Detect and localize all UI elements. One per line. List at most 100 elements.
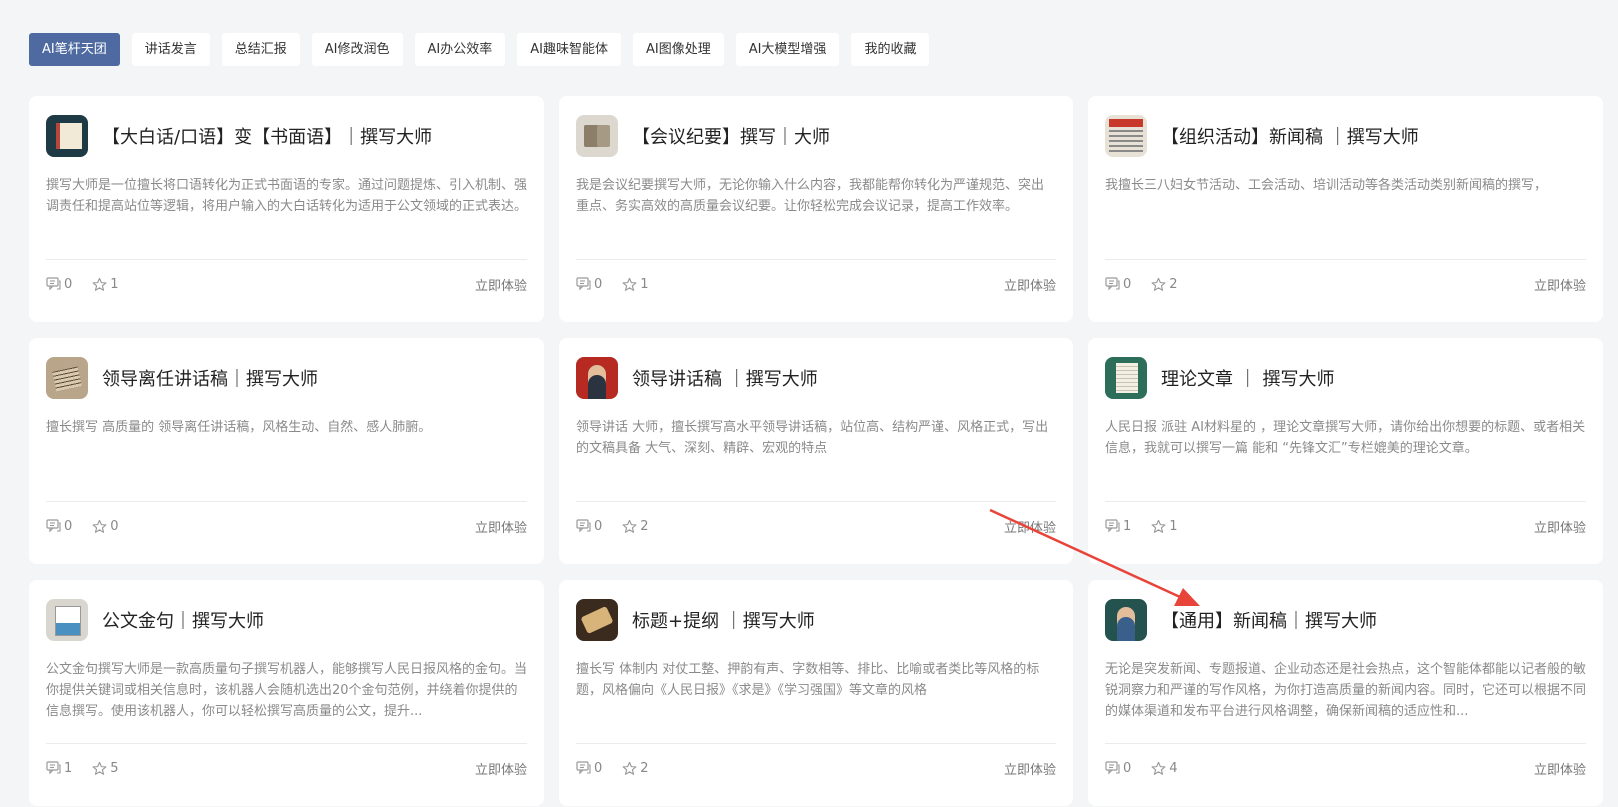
card-divider [576,743,1056,744]
comment-count-value: 0 [1123,276,1132,292]
star-count[interactable]: 2 [622,761,649,776]
tab-my-favorites[interactable]: 我的收藏 [851,33,930,66]
star-icon [622,277,637,291]
try-now-link[interactable]: 立即体验 [1004,275,1056,294]
comment-count-value: 0 [64,276,73,292]
tab-ai-fun-agents[interactable]: AI趣味智能体 [517,33,621,66]
star-icon [1151,761,1166,775]
card-description: 我是会议纪要撰写大师，无论你输入什么内容，我都能帮你转化为严谨规范、突出重点、务… [576,178,1045,214]
notebook-icon [46,115,88,157]
comment-count[interactable]: 0 [576,761,602,776]
card-title[interactable]: 理论文章 ｜ 撰写大师 [1161,365,1334,391]
card-description: 擅长撰写 高质量的 领导离任讲话稿，风格生动、自然、感人肺腑。 [46,420,432,435]
comment-count[interactable]: 0 [576,519,602,534]
tab-ai-office[interactable]: AI办公效率 [414,33,506,66]
comment-count[interactable]: 0 [1105,277,1131,292]
star-count-value: 5 [110,760,119,776]
card-title[interactable]: 【组织活动】新闻稿 ｜撰写大师 [1161,123,1419,149]
card-title[interactable]: 公文金句｜撰写大师 [102,607,264,633]
star-count[interactable]: 0 [92,518,119,534]
try-now-link[interactable]: 立即体验 [1534,275,1586,294]
card-title[interactable]: 领导讲话稿 ｜撰写大师 [632,365,818,391]
comment-count[interactable]: 0 [1105,761,1131,776]
card-description: 擅长写 体制内 对仗工整、押韵有声、字数相等、排比、比喻或者类比等风格的标题，风… [576,662,1040,698]
open-book-icon [576,115,618,157]
comment-icon [576,519,591,533]
agent-card[interactable]: 【组织活动】新闻稿 ｜撰写大师 我擅长三八妇女节活动、工会活动、培训活动等各类活… [1088,96,1603,322]
tab-summary-report[interactable]: 总结汇报 [221,33,300,66]
tab-ai-model-boost[interactable]: AI大模型增强 [735,33,840,66]
agent-card[interactable]: 标题+提纲 ｜撰写大师 擅长写 体制内 对仗工整、押韵有声、字数相等、排比、比喻… [559,580,1073,806]
comment-icon [46,277,61,291]
comment-count-value: 0 [64,518,73,534]
star-count[interactable]: 2 [1151,277,1178,292]
card-title[interactable]: 【通用】新闻稿｜撰写大师 [1161,607,1377,633]
card-title[interactable]: 领导离任讲话稿｜撰写大师 [102,365,318,391]
card-divider [46,259,527,260]
try-now-link[interactable]: 立即体验 [475,759,527,778]
card-description: 我擅长三八妇女节活动、工会活动、培训活动等各类活动类别新闻稿的撰写， [1105,178,1548,193]
star-count-value: 4 [1169,760,1178,776]
paper-document-icon [1105,357,1147,399]
comment-count[interactable]: 1 [1105,519,1131,534]
card-title[interactable]: 【大白话/口语】变【书面语】｜撰写大师 [102,123,432,149]
comment-count-value: 1 [64,760,73,776]
agent-card[interactable]: 公文金句｜撰写大师 公文金句撰写大师是一款高质量句子撰写机器人，能够撰写人民日报… [29,580,544,806]
comment-icon [1105,519,1120,533]
star-icon [92,761,107,775]
card-divider [576,501,1056,502]
writing-pen-icon [46,357,88,399]
star-count-value: 1 [110,276,119,292]
tab-ai-polish[interactable]: AI修改润色 [311,33,403,66]
try-now-link[interactable]: 立即体验 [1004,517,1056,536]
try-now-link[interactable]: 立即体验 [475,517,527,536]
document-icon [46,599,88,641]
try-now-link[interactable]: 立即体验 [1004,759,1056,778]
agent-card[interactable]: 领导讲话稿 ｜撰写大师 领导讲话 大师，擅长撰写高水平领导讲话稿，站位高、结构严… [559,338,1073,564]
star-count-value: 2 [640,518,649,534]
card-description: 无论是突发新闻、专题报道、企业动态还是社会热点，这个智能体都能以记者般的敏锐洞察… [1105,662,1586,719]
comment-count[interactable]: 0 [46,519,72,534]
star-icon [622,761,637,775]
card-title[interactable]: 【会议纪要】撰写｜大师 [632,123,830,149]
star-icon [92,277,107,291]
reporter-icon [1105,599,1147,641]
star-count-value: 0 [110,518,119,534]
category-tabs: AI笔杆天团 讲话发言 总结汇报 AI修改润色 AI办公效率 AI趣味智能体 A… [29,33,930,66]
agent-card[interactable]: 【会议纪要】撰写｜大师 我是会议纪要撰写大师，无论你输入什么内容，我都能帮你转化… [559,96,1073,322]
comment-count-value: 0 [594,760,603,776]
try-now-link[interactable]: 立即体验 [1534,517,1586,536]
star-count-value: 1 [1169,518,1178,534]
star-icon [622,519,637,533]
tab-speech[interactable]: 讲话发言 [131,33,210,66]
agent-card[interactable]: 【大白话/口语】变【书面语】｜撰写大师 撰写大师是一位擅长将口语转化为正式书面语… [29,96,544,322]
card-divider [1105,501,1586,502]
star-count[interactable]: 1 [622,277,649,292]
tab-ai-image[interactable]: AI图像处理 [632,33,724,66]
star-count[interactable]: 4 [1151,760,1178,776]
try-now-link[interactable]: 立即体验 [475,275,527,294]
card-divider [576,259,1056,260]
card-description: 撰写大师是一位擅长将口语转化为正式书面语的专家。通过问题提炼、引入机制、强调责任… [46,178,527,214]
star-count[interactable]: 2 [622,518,649,534]
comment-count-value: 1 [1123,518,1132,534]
comment-count[interactable]: 0 [576,277,602,292]
star-count[interactable]: 1 [92,276,119,292]
comment-count[interactable]: 1 [46,761,72,776]
try-now-link[interactable]: 立即体验 [1534,759,1586,778]
tab-ai-writing-team[interactable]: AI笔杆天团 [29,33,120,66]
agent-card[interactable]: 【通用】新闻稿｜撰写大师 无论是突发新闻、专题报道、企业动态还是社会热点，这个智… [1088,580,1603,806]
agent-card[interactable]: 领导离任讲话稿｜撰写大师 擅长撰写 高质量的 领导离任讲话稿，风格生动、自然、感… [29,338,544,564]
star-count[interactable]: 1 [1151,518,1178,534]
card-divider [1105,259,1586,260]
leader-speech-icon [576,357,618,399]
comment-icon [46,761,61,775]
agent-card[interactable]: 理论文章 ｜ 撰写大师 人民日报 派驻 AI材料星的 ，理论文章撰写大师，请你给… [1088,338,1603,564]
comment-count-value: 0 [594,276,603,292]
agent-card-grid: 【大白话/口语】变【书面语】｜撰写大师 撰写大师是一位擅长将口语转化为正式书面语… [29,96,1603,806]
comment-count[interactable]: 0 [46,277,72,292]
card-title[interactable]: 标题+提纲 ｜撰写大师 [632,607,815,633]
star-count[interactable]: 5 [92,760,119,776]
card-divider [46,501,527,502]
comment-count-value: 0 [594,518,603,534]
